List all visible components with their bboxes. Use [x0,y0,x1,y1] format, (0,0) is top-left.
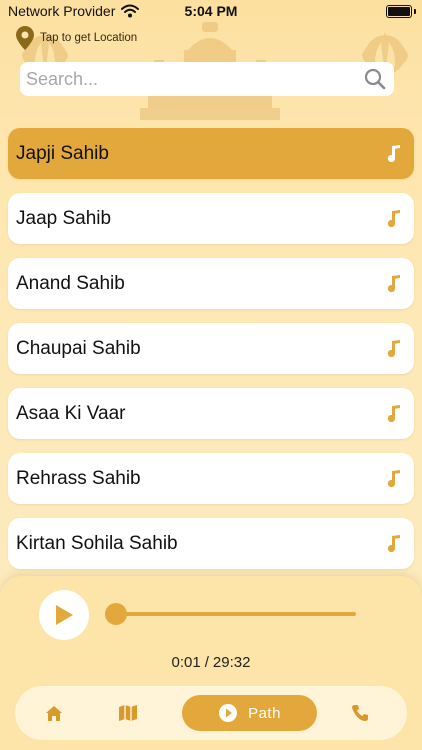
nav-path-label: Path [248,704,281,722]
nav-map[interactable] [111,686,145,740]
search-input[interactable] [26,68,364,90]
nav-phone[interactable] [343,686,377,740]
music-note-icon [387,404,400,422]
music-note-icon [387,534,400,552]
list-item[interactable]: Chaupai Sahib [8,323,414,374]
list-item[interactable]: Rehrass Sahib [8,453,414,504]
search-bar[interactable] [20,62,394,96]
list-item-label: Chaupai Sahib [16,337,141,359]
time-readout: 0:01/29:32 [0,654,422,671]
music-note-icon [387,339,400,357]
home-icon [46,705,62,721]
list-item[interactable]: Japji Sahib [8,128,414,179]
location-button[interactable]: Tap to get Location [16,26,137,50]
phone-icon [352,705,368,721]
total-time: 29:32 [212,654,251,671]
location-label: Tap to get Location [40,32,138,44]
search-icon[interactable] [364,68,386,90]
list-item-label: Anand Sahib [16,272,125,294]
list-item[interactable]: Jaap Sahib [8,193,414,244]
app-screen: Network Provider 5:04 PM Tap to get Loca… [0,0,422,750]
battery-icon [386,5,412,18]
map-pin-icon [16,26,34,50]
play-circle-icon [219,704,238,722]
nav-home[interactable] [37,686,71,740]
status-time: 5:04 PM [184,3,238,19]
list-item[interactable]: Anand Sahib [8,258,414,309]
bani-list: Japji Sahib Jaap Sahib Anand Sahib Chaup… [8,128,414,583]
list-item-label: Japji Sahib [16,142,109,164]
music-note-icon [387,274,400,292]
music-note-icon [387,209,400,227]
progress-thumb[interactable] [105,603,127,625]
bottom-nav: Path [15,686,407,740]
progress-track[interactable] [116,612,356,616]
map-icon [119,705,137,721]
time-separator: / [204,654,209,671]
nav-path[interactable]: Path [182,695,317,731]
status-bar: Network Provider 5:04 PM [0,0,422,24]
music-note-icon [387,144,400,162]
music-note-icon [387,469,400,487]
list-item-label: Rehrass Sahib [16,467,141,489]
play-button[interactable] [39,590,89,640]
play-icon [56,605,73,625]
list-item-label: Jaap Sahib [16,207,112,229]
list-item[interactable]: Kirtan Sohila Sahib [8,518,414,569]
list-item-label: Kirtan Sohila Sahib [16,532,178,554]
battery-tip [414,9,416,14]
list-item[interactable]: Asaa Ki Vaar [8,388,414,439]
current-time: 0:01 [171,654,201,671]
list-item-label: Asaa Ki Vaar [16,402,126,424]
